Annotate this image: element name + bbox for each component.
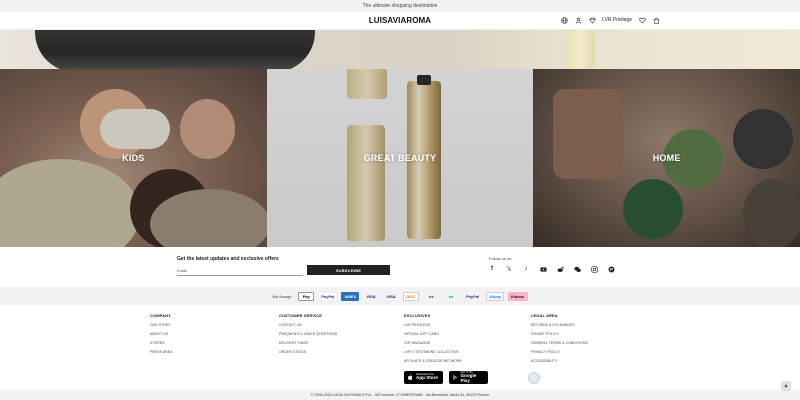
apple-icon	[407, 374, 413, 381]
category-label: KIDS	[122, 153, 145, 163]
category-tile-great-beauty[interactable]: GREAT BEAUTY	[266, 69, 534, 247]
arrow-up-icon: ▲	[783, 383, 789, 389]
footer-column-title: EXCLUSIVES	[404, 313, 431, 318]
newsletter-section: Get the latest updates and exclusive off…	[0, 247, 800, 287]
app-store-badges: Download on the App Store GET IT ON Goog…	[404, 371, 488, 384]
heart-icon[interactable]	[638, 16, 646, 24]
shopping-bag-icon[interactable]	[652, 16, 660, 24]
footer-link[interactable]: GENERAL TERMS & CONDITIONS	[531, 341, 588, 345]
footer-link[interactable]: VIRTUAL GIFT CARD	[404, 332, 462, 336]
payment-method-badge: PayPal	[318, 291, 338, 301]
footer-column-exclusives: EXCLUSIVES LVR PRIVILEGE VIRTUAL GIFT CARD…	[404, 313, 462, 368]
footer-link[interactable]: ABOUT US	[150, 332, 172, 336]
footer-link[interactable]: ORDER STATUS	[279, 350, 337, 354]
x-icon[interactable]: 𝕏	[505, 265, 513, 273]
category-tile-home[interactable]: HOME	[533, 69, 800, 247]
category-tile-kids[interactable]: KIDS	[0, 69, 267, 247]
app-store-badge[interactable]: Download on the App Store	[404, 371, 443, 384]
google-play-badge[interactable]: GET IT ON Google Play	[449, 371, 488, 384]
google-play-text: GET IT ON Google Play	[460, 371, 485, 384]
payment-method-badge: Pay	[298, 291, 315, 301]
footer-link[interactable]: ACCESSIBILITY	[531, 359, 588, 363]
category-label: HOME	[652, 153, 681, 163]
announcement-text: The ultimate shopping destination	[362, 3, 438, 9]
footer-link[interactable]: PRIVACY POLICY	[531, 350, 588, 354]
footer-link[interactable]: RETURNS & EXCHANGES	[531, 323, 588, 327]
footer-link[interactable]: DELIVERY TIMES	[279, 341, 337, 345]
footer-link[interactable]: PRESS AREA	[150, 350, 172, 354]
footer-link[interactable]: AFFILIATE & CREATOR NETWORK	[404, 359, 462, 363]
follow-label: Follow us on	[489, 256, 512, 261]
hero-image-figure	[35, 30, 315, 69]
payment-method-badge: DISC	[403, 291, 420, 301]
footer-column-legal-area: LEGAL AREA RETURNS & EXCHANGES COOKIE POLI…	[531, 313, 588, 368]
google-play-icon	[452, 374, 458, 381]
copyright-bar: © 2004-2025 LUISA VIA ROMA S.P.A. - VAT …	[0, 390, 800, 400]
footer-link[interactable]: COOKIE POLICY	[531, 332, 588, 336]
payment-list: Pay PayPal AMEX VISA VISA DISC ●● ●● PayPal Alipa…	[298, 291, 528, 301]
hero-image-bottle	[565, 30, 595, 69]
payment-method-badge: Alipay	[486, 291, 505, 301]
header-actions: LVR Privilege	[560, 16, 660, 24]
youtube-icon[interactable]	[539, 265, 547, 273]
footer-column-title: CUSTOMER SERVICE	[279, 313, 323, 318]
footer-link[interactable]: FREQUENTLY ASKED QUESTIONS	[279, 332, 337, 336]
copyright-text: © 2004-2025 LUISA VIA ROMA S.P.A. - VAT …	[310, 393, 490, 397]
payment-label: We Accept	[272, 293, 292, 299]
email-field-underline	[177, 275, 303, 276]
footer-link[interactable]: STORES	[150, 341, 172, 345]
certification-seal-icon[interactable]	[528, 372, 540, 384]
svg-text:P: P	[610, 267, 613, 272]
payment-method-badge: PayPal	[463, 291, 483, 301]
facebook-icon[interactable]: f	[488, 265, 496, 273]
payment-method-badge: ●●	[443, 291, 460, 301]
category-tiles: KIDS GREAT BEAUTY HOME	[0, 69, 800, 247]
footer-column-title: LEGAL AREA	[531, 313, 558, 318]
instagram-icon[interactable]	[590, 265, 598, 273]
payment-methods-bar: We Accept Pay PayPal AMEX VISA VISA DISC ●● ●● P…	[0, 287, 800, 305]
footer-link[interactable]: LVR PRIVILEGE	[404, 323, 462, 327]
tiktok-icon[interactable]: ♪	[522, 265, 530, 273]
google-play-big: Google Play	[460, 373, 477, 383]
footer-link[interactable]: CONTACT US	[279, 323, 337, 327]
announcement-bar: The ultimate shopping destination	[0, 0, 800, 12]
app-store-text: Download on the App Store	[416, 373, 438, 381]
payment-method-badge: VISA	[383, 291, 400, 301]
payment-method-badge: ●●	[423, 291, 440, 301]
newsletter-title: Get the latest updates and exclusive off…	[177, 256, 279, 262]
footer-link[interactable]: LVR X TESTIMONE COLLECTIVE	[404, 350, 462, 354]
globe-icon[interactable]	[560, 16, 568, 24]
footer-column-title: COMPANY	[150, 313, 171, 318]
pinterest-icon[interactable]: P	[607, 265, 615, 273]
privilege-link[interactable]: LVR Privilege	[602, 17, 632, 23]
hero-banner[interactable]	[0, 30, 800, 69]
footer-link[interactable]: OUR STORY	[150, 323, 172, 327]
payment-method-badge: AMEX	[341, 291, 360, 301]
weibo-icon[interactable]	[556, 265, 564, 273]
site-footer: COMPANY OUR STORY ABOUT US STORES PRESS AREA…	[0, 305, 800, 390]
site-logo[interactable]: LUISAVIAROMA	[369, 16, 431, 25]
diamond-icon[interactable]	[588, 16, 596, 24]
footer-link[interactable]: LVR MAGAZINE	[404, 341, 462, 345]
subscribe-button[interactable]: SUBSCRIBE	[307, 265, 390, 275]
footer-column-company: COMPANY OUR STORY ABOUT US STORES PRESS AREA	[150, 313, 172, 359]
site-header: LUISAVIAROMA LVR Privilege	[0, 12, 800, 30]
payment-method-badge: Klarna.	[508, 291, 528, 301]
payment-method-badge: VISA	[363, 291, 380, 301]
category-label: GREAT BEAUTY	[363, 153, 437, 163]
footer-column-customer-service: CUSTOMER SERVICE CONTACT US FREQUENTLY ASK…	[279, 313, 337, 359]
back-to-top-button[interactable]: ▲	[781, 381, 791, 391]
email-field[interactable]: Email	[177, 268, 187, 273]
user-icon[interactable]	[574, 16, 582, 24]
social-links: f 𝕏 ♪ P	[488, 265, 615, 273]
wechat-icon[interactable]	[573, 265, 581, 273]
app-store-big: App Store	[416, 375, 438, 381]
